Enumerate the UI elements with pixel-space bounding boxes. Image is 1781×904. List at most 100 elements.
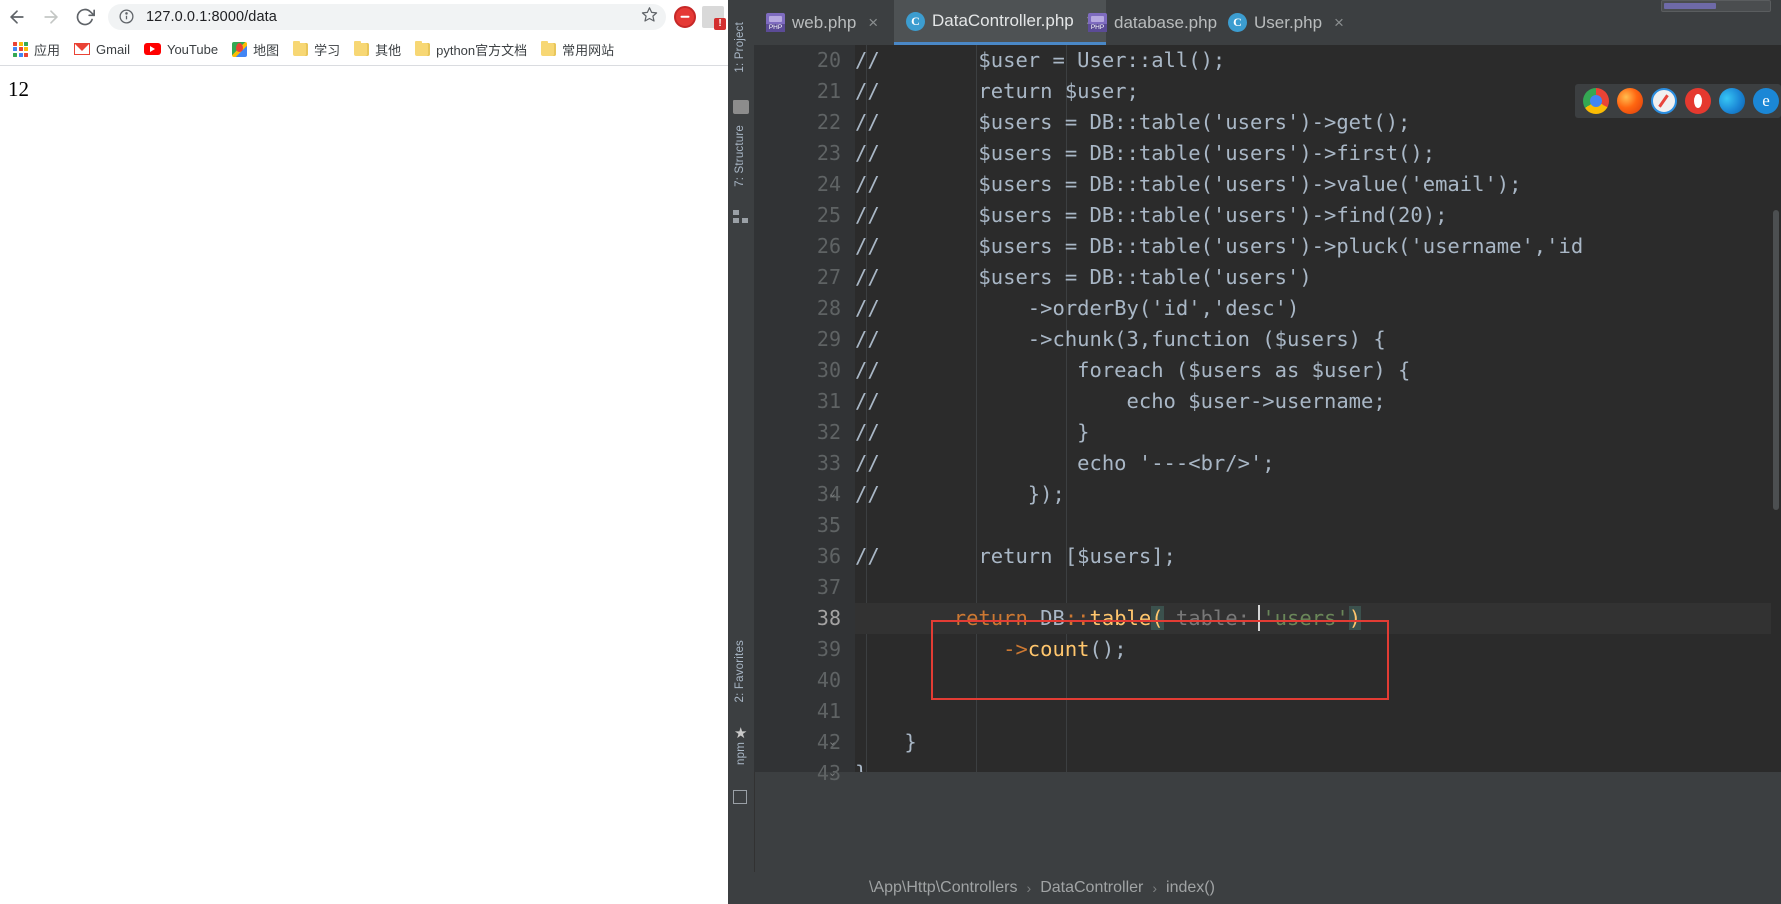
page-viewport: 12 bbox=[0, 66, 728, 904]
bookmark-star-icon[interactable] bbox=[641, 6, 658, 28]
line-number: 27 bbox=[816, 265, 841, 289]
bookmark-apps[interactable]: 应用 bbox=[6, 37, 67, 62]
forward-button[interactable] bbox=[34, 2, 68, 32]
php-class-icon bbox=[1228, 13, 1247, 32]
firefox-icon[interactable] bbox=[1617, 88, 1643, 114]
editor-scrollbar[interactable] bbox=[1771, 90, 1781, 772]
chrome-icon[interactable] bbox=[1583, 88, 1609, 114]
code-line: } bbox=[855, 758, 867, 772]
bookmark-maps[interactable]: 地图 bbox=[225, 37, 286, 62]
code-editor[interactable]: // $user = User::all(); // return $user;… bbox=[855, 45, 1781, 772]
tab-label: database.php bbox=[1114, 12, 1218, 32]
address-bar[interactable]: 127.0.0.1:8000/data bbox=[108, 3, 666, 30]
line-number: 20 bbox=[816, 48, 841, 72]
chevron-right-icon: › bbox=[1026, 880, 1032, 896]
line-number: 26 bbox=[816, 234, 841, 258]
bookmark-label: YouTube bbox=[166, 41, 219, 57]
back-button[interactable] bbox=[0, 2, 34, 32]
gmail-icon bbox=[74, 43, 91, 55]
tab-datacontroller-php[interactable]: DataController.php × bbox=[894, 0, 1106, 45]
line-number: 41 bbox=[816, 699, 841, 723]
line-number: 40 bbox=[816, 668, 841, 692]
code-line: // $user = User::all(); bbox=[855, 48, 1226, 72]
npm-icon[interactable] bbox=[733, 790, 747, 804]
bookmark-label: 其他 bbox=[375, 42, 402, 58]
close-icon[interactable]: × bbox=[868, 13, 878, 33]
screen: 127.0.0.1:8000/data 应用 bbox=[0, 0, 1781, 904]
code-fold-toggle[interactable]: ⌄ bbox=[826, 479, 839, 510]
toolbar-widget-stub[interactable] bbox=[1661, 0, 1771, 12]
maps-icon bbox=[232, 41, 248, 57]
bookmark-youtube[interactable]: YouTube bbox=[137, 39, 225, 60]
edge-icon[interactable] bbox=[1719, 88, 1745, 114]
bookmark-label: 学习 bbox=[314, 42, 341, 58]
code-fold-toggle[interactable]: ⌄ bbox=[826, 758, 839, 789]
tab-user-php[interactable]: User.php × bbox=[1216, 0, 1354, 45]
code-fold-toggle[interactable]: ⌄ bbox=[826, 727, 839, 758]
star-icon[interactable]: ★ bbox=[734, 726, 750, 741]
opera-icon[interactable] bbox=[1685, 88, 1711, 114]
tool-button-npm[interactable]: npm bbox=[735, 742, 747, 765]
breadcrumb-method[interactable]: index() bbox=[1166, 879, 1215, 897]
browser-toolbar: 127.0.0.1:8000/data bbox=[0, 0, 728, 33]
phpstorm-ide-window: 1: Project 7: Structure 2: Favorites ★ n… bbox=[728, 0, 1781, 904]
line-number: 33 bbox=[816, 451, 841, 475]
line-number: 21 bbox=[816, 79, 841, 103]
code-line: // ->orderBy('id','desc') bbox=[855, 296, 1300, 320]
line-number: 35 bbox=[816, 513, 841, 537]
structure-icon[interactable] bbox=[733, 210, 748, 223]
project-folder-icon[interactable] bbox=[733, 100, 749, 114]
bookmark-label: 常用网站 bbox=[562, 42, 615, 58]
youtube-icon bbox=[143, 43, 161, 55]
editor-gutter[interactable]: 20 21 22 23 24 25 26 27 28 29 30 31 32 3… bbox=[754, 45, 855, 785]
folder-icon bbox=[415, 40, 431, 56]
tool-window-strip: 1: Project 7: Structure 2: Favorites ★ n… bbox=[728, 0, 755, 904]
browser-selector-popup bbox=[1575, 84, 1781, 118]
bookmark-folder-study[interactable]: 学习 bbox=[286, 37, 347, 62]
tool-button-structure[interactable]: 7: Structure bbox=[734, 125, 746, 187]
close-icon[interactable]: × bbox=[1334, 13, 1344, 33]
code-line: // echo $user->username; bbox=[855, 389, 1386, 413]
adblock-stop-icon[interactable] bbox=[674, 5, 696, 28]
breadcrumb-class[interactable]: DataController bbox=[1040, 879, 1143, 897]
code-line: // }); bbox=[855, 482, 1065, 506]
breadcrumb: \App\Http\Controllers › DataController ›… bbox=[754, 872, 1781, 904]
code-line: // $users = DB::table('users')->pluck('u… bbox=[855, 234, 1584, 258]
puzzle-extension-icon[interactable] bbox=[702, 5, 726, 30]
bookmark-label: python官方文档 bbox=[436, 42, 528, 58]
line-number: 31 bbox=[816, 389, 841, 413]
ie-icon[interactable] bbox=[1753, 88, 1779, 114]
breadcrumb-path[interactable]: \App\Http\Controllers bbox=[869, 879, 1018, 897]
code-line: // $users = DB::table('users')->value('e… bbox=[855, 172, 1522, 196]
page-response-text: 12 bbox=[8, 77, 29, 101]
tab-label: User.php bbox=[1254, 12, 1323, 32]
text-caret bbox=[1258, 605, 1260, 631]
code-line: // $users = DB::table('users')->first(); bbox=[855, 141, 1436, 165]
bookmark-folder-python-docs[interactable]: python官方文档 bbox=[408, 37, 534, 62]
reload-button[interactable] bbox=[68, 2, 102, 32]
bookmark-gmail[interactable]: Gmail bbox=[67, 39, 137, 60]
tool-button-favorites[interactable]: 2: Favorites bbox=[734, 640, 746, 702]
safari-icon[interactable] bbox=[1651, 88, 1677, 114]
line-number: 36 bbox=[816, 544, 841, 568]
apps-grid-icon bbox=[13, 41, 28, 57]
tab-web-php[interactable]: web.php × bbox=[754, 0, 888, 45]
code-line: } bbox=[855, 730, 917, 754]
line-number: 22 bbox=[816, 110, 841, 134]
folder-icon bbox=[541, 40, 557, 56]
code-line: // ->chunk(3,function ($users) { bbox=[855, 327, 1386, 351]
line-number-current: 38 bbox=[816, 606, 841, 630]
bookmark-folder-other[interactable]: 其他 bbox=[347, 37, 408, 62]
bookmark-folder-common-sites[interactable]: 常用网站 bbox=[534, 37, 621, 62]
line-number: 28 bbox=[816, 296, 841, 320]
url-text[interactable]: 127.0.0.1:8000/data bbox=[146, 9, 277, 25]
bookmark-label: 地图 bbox=[253, 42, 280, 58]
code-line: // $users = DB::table('users')->find(20)… bbox=[855, 203, 1448, 227]
bookmark-label: Gmail bbox=[96, 41, 130, 57]
info-circle-icon[interactable] bbox=[118, 8, 136, 26]
tool-button-project[interactable]: 1: Project bbox=[734, 22, 746, 73]
bookmarks-bar: 应用 Gmail YouTube 地图 学习 其他 python官方文档 常用网… bbox=[0, 33, 728, 66]
line-number: 24 bbox=[816, 172, 841, 196]
tab-label: DataController.php bbox=[932, 11, 1074, 30]
extension-icons bbox=[674, 5, 728, 30]
